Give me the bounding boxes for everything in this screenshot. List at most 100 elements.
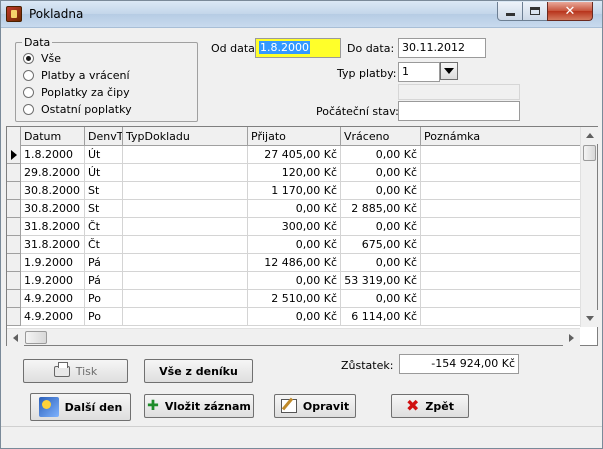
cell-vraceno[interactable]: 53 319,00 Kč <box>341 272 421 290</box>
payment-type-select[interactable]: 1 <box>398 62 440 82</box>
cell-datum[interactable]: 30.8.2000 <box>21 182 85 200</box>
cell-poznamka[interactable] <box>421 218 581 236</box>
cell-prijato[interactable]: 27 405,00 Kč <box>248 146 341 164</box>
cell-typdokladu[interactable] <box>123 200 248 218</box>
table-row[interactable]: 1.9.2000 Pá 12 486,00 Kč 0,00 Kč <box>7 254 581 272</box>
cell-datum[interactable]: 31.8.2000 <box>21 218 85 236</box>
row-selector[interactable] <box>7 182 21 200</box>
maximize-button[interactable] <box>522 2 548 21</box>
edit-button[interactable]: Opravit <box>274 394 356 418</box>
cell-typdokladu[interactable] <box>123 236 248 254</box>
column-header-datum[interactable]: Datum <box>21 127 85 146</box>
table-row[interactable]: 4.9.2000 Po 0,00 Kč 6 114,00 Kč <box>7 308 581 326</box>
cell-datum[interactable]: 29.8.2000 <box>21 164 85 182</box>
print-button[interactable]: Tisk <box>23 359 128 383</box>
back-button[interactable]: ✖ Zpět <box>391 394 469 418</box>
table-row[interactable]: 30.8.2000 St 0,00 Kč 2 885,00 Kč <box>7 200 581 218</box>
radio-chip-fees-indicator[interactable] <box>23 87 34 98</box>
cell-datum[interactable]: 1.9.2000 <box>21 272 85 290</box>
cell-typdokladu[interactable] <box>123 164 248 182</box>
cell-datum[interactable]: 4.9.2000 <box>21 290 85 308</box>
title-bar[interactable]: Pokladna ✕ <box>1 1 602 28</box>
vertical-scrollbar[interactable] <box>580 127 598 327</box>
radio-other-fees-indicator[interactable] <box>23 104 34 115</box>
cell-vraceno[interactable]: 0,00 Kč <box>341 254 421 272</box>
cell-typdokladu[interactable] <box>123 254 248 272</box>
cell-poznamka[interactable] <box>421 272 581 290</box>
cell-vraceno[interactable]: 6 114,00 Kč <box>341 308 421 326</box>
cell-typdokladu[interactable] <box>123 272 248 290</box>
vertical-scroll-thumb[interactable] <box>583 145 596 161</box>
cell-poznamka[interactable] <box>421 236 581 254</box>
cell-prijato[interactable]: 0,00 Kč <box>248 272 341 290</box>
radio-all[interactable]: Vše <box>23 51 61 66</box>
column-header-vraceno[interactable]: Vráceno <box>341 127 421 146</box>
column-header-prijato[interactable]: Přijato <box>248 127 341 146</box>
row-selector[interactable] <box>7 308 21 326</box>
radio-payments-refunds-indicator[interactable] <box>23 70 34 81</box>
row-selector[interactable] <box>7 146 21 164</box>
cell-typdokladu[interactable] <box>123 308 248 326</box>
scroll-left-button[interactable] <box>7 329 24 346</box>
row-selector[interactable] <box>7 254 21 272</box>
cell-typdokladu[interactable] <box>123 182 248 200</box>
table-row[interactable]: 1.9.2000 Pá 0,00 Kč 53 319,00 Kč <box>7 272 581 290</box>
cell-vraceno[interactable]: 0,00 Kč <box>341 164 421 182</box>
to-date-input[interactable]: 30.11.2012 <box>398 38 486 58</box>
column-header-denvt[interactable]: DenvT <box>85 127 123 146</box>
cell-vraceno[interactable]: 2 885,00 Kč <box>341 200 421 218</box>
radio-other-fees[interactable]: Ostatní poplatky <box>23 102 132 117</box>
cell-datum[interactable]: 4.9.2000 <box>21 308 85 326</box>
cell-vraceno[interactable]: 0,00 Kč <box>341 182 421 200</box>
scroll-right-button[interactable] <box>563 329 580 346</box>
payment-type-dropdown-button[interactable] <box>440 62 458 80</box>
insert-record-button[interactable]: ✚ Vložit záznam <box>144 394 254 418</box>
cell-vraceno[interactable]: 0,00 Kč <box>341 290 421 308</box>
table-row[interactable]: 31.8.2000 Čt 300,00 Kč 0,00 Kč <box>7 218 581 236</box>
cell-vraceno[interactable]: 0,00 Kč <box>341 218 421 236</box>
cell-datum[interactable]: 31.8.2000 <box>21 236 85 254</box>
cell-datum[interactable]: 1.8.2000 <box>21 146 85 164</box>
cell-prijato[interactable]: 300,00 Kč <box>248 218 341 236</box>
scroll-up-button[interactable] <box>581 127 598 144</box>
scroll-down-button[interactable] <box>581 310 598 327</box>
column-header-typdokladu[interactable]: TypDokladu <box>123 127 248 146</box>
initial-state-input[interactable] <box>398 101 520 121</box>
cell-datum[interactable]: 30.8.2000 <box>21 200 85 218</box>
cell-datum[interactable]: 1.9.2000 <box>21 254 85 272</box>
cell-poznamka[interactable] <box>421 200 581 218</box>
cell-prijato[interactable]: 0,00 Kč <box>248 236 341 254</box>
row-selector[interactable] <box>7 164 21 182</box>
cell-poznamka[interactable] <box>421 290 581 308</box>
horizontal-scrollbar[interactable] <box>7 328 580 346</box>
close-button[interactable]: ✕ <box>547 2 593 21</box>
cell-denvt[interactable]: Po <box>85 290 123 308</box>
table-row[interactable]: 31.8.2000 Čt 0,00 Kč 675,00 Kč <box>7 236 581 254</box>
radio-payments-refunds[interactable]: Platby a vrácení <box>23 68 130 83</box>
cell-prijato[interactable]: 0,00 Kč <box>248 200 341 218</box>
all-from-diary-button[interactable]: Vše z deníku <box>144 359 253 383</box>
cell-poznamka[interactable] <box>421 308 581 326</box>
cell-prijato[interactable]: 0,00 Kč <box>248 308 341 326</box>
horizontal-scroll-thumb[interactable] <box>25 331 47 344</box>
cell-denvt[interactable]: Po <box>85 308 123 326</box>
table-row[interactable]: 1.8.2000 Út 27 405,00 Kč 0,00 Kč <box>7 146 581 164</box>
cell-prijato[interactable]: 1 170,00 Kč <box>248 182 341 200</box>
cell-prijato[interactable]: 12 486,00 Kč <box>248 254 341 272</box>
row-selector[interactable] <box>7 218 21 236</box>
cell-vraceno[interactable]: 0,00 Kč <box>341 146 421 164</box>
cell-poznamka[interactable] <box>421 254 581 272</box>
cell-poznamka[interactable] <box>421 182 581 200</box>
cell-typdokladu[interactable] <box>123 218 248 236</box>
cell-prijato[interactable]: 120,00 Kč <box>248 164 341 182</box>
cell-denvt[interactable]: Út <box>85 146 123 164</box>
cell-prijato[interactable]: 2 510,00 Kč <box>248 290 341 308</box>
row-selector[interactable] <box>7 290 21 308</box>
row-selector[interactable] <box>7 236 21 254</box>
cell-denvt[interactable]: Čt <box>85 218 123 236</box>
cell-denvt[interactable]: Út <box>85 164 123 182</box>
radio-all-indicator[interactable] <box>23 53 34 64</box>
row-selector[interactable] <box>7 272 21 290</box>
cell-vraceno[interactable]: 675,00 Kč <box>341 236 421 254</box>
table-row[interactable]: 30.8.2000 St 1 170,00 Kč 0,00 Kč <box>7 182 581 200</box>
